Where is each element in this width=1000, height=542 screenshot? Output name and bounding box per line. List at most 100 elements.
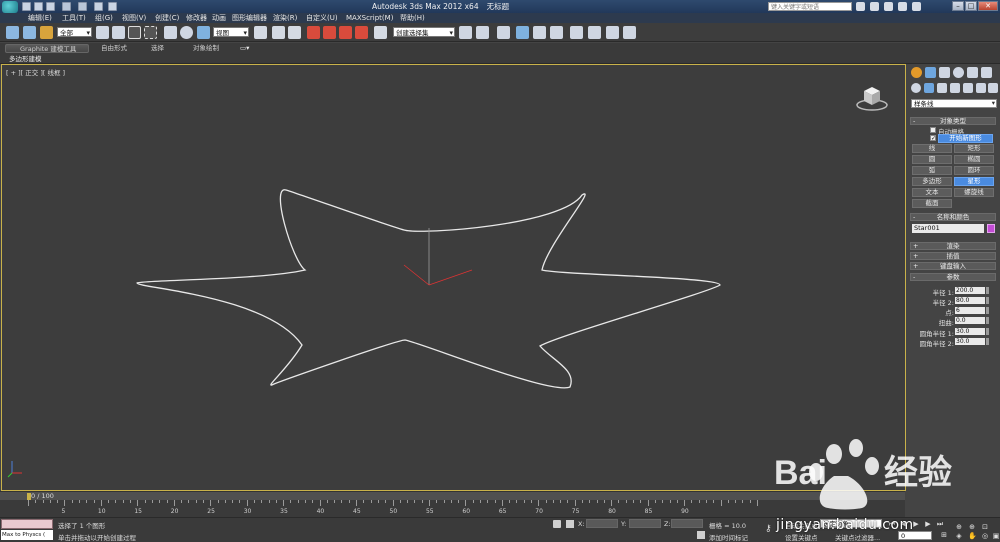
time-slider[interactable]: 0 / 100 xyxy=(0,491,905,500)
maxscript-listener-input[interactable] xyxy=(1,519,53,529)
zoom-extents-icon[interactable]: ⊡ xyxy=(981,523,989,531)
star-button[interactable]: 星形 xyxy=(954,177,994,186)
subscription-icon[interactable] xyxy=(870,2,879,11)
tab-object-paint[interactable]: 对象绘制 xyxy=(193,44,219,53)
zoom-all-icon[interactable]: ⊕ xyxy=(968,523,976,531)
open-file-icon[interactable] xyxy=(34,2,43,11)
rollout-parameters[interactable]: - 参数 xyxy=(910,273,996,281)
rectangle-button[interactable]: 矩形 xyxy=(954,144,994,153)
window-crossing-icon[interactable] xyxy=(144,26,157,39)
auto-grid-checkbox[interactable] xyxy=(930,127,936,133)
menu-customize[interactable]: 自定义(U) xyxy=(306,13,338,23)
tab-graphite[interactable]: Graphite 建模工具 xyxy=(5,44,89,53)
named-selection-select[interactable]: 创建选择集 xyxy=(393,27,455,38)
start-new-shape-checkbox[interactable]: ✓ xyxy=(930,135,936,142)
radius2-spinner[interactable] xyxy=(986,297,989,304)
spinner-snap-icon[interactable] xyxy=(355,26,368,39)
menu-views[interactable]: 视图(V) xyxy=(122,13,146,23)
redo-icon[interactable] xyxy=(78,2,87,11)
rollout-interpolation[interactable]: + 插值 xyxy=(910,252,996,260)
select-move-icon[interactable] xyxy=(164,26,177,39)
rollout-rendering[interactable]: + 渲染 xyxy=(910,242,996,250)
zoom-icon[interactable]: ⊕ xyxy=(955,523,963,531)
polygon-modeling-label[interactable]: 多边形建模 xyxy=(9,55,42,63)
field-of-view-icon[interactable]: ◈ xyxy=(955,532,963,540)
menu-modifiers[interactable]: 修改器 xyxy=(186,13,207,23)
select-by-name-icon[interactable] xyxy=(112,26,125,39)
ribbon-options-icon[interactable]: ▭▾ xyxy=(240,44,249,53)
radius2-input[interactable]: 80.0 xyxy=(955,297,985,304)
undo-icon[interactable] xyxy=(62,2,71,11)
align-icon[interactable] xyxy=(476,26,489,39)
maximize-button[interactable]: □ xyxy=(965,1,977,11)
percent-snap-icon[interactable] xyxy=(339,26,352,39)
line-button[interactable]: 线 xyxy=(912,144,952,153)
curve-editor-icon[interactable] xyxy=(533,26,546,39)
fillet-radius2-input[interactable]: 30.0 xyxy=(955,338,985,345)
shapes-icon[interactable] xyxy=(924,83,934,93)
pivot-center-icon[interactable] xyxy=(254,26,267,39)
radius1-spinner[interactable] xyxy=(986,287,989,294)
fillet-radius1-input[interactable]: 30.0 xyxy=(955,328,985,335)
favorites-icon[interactable] xyxy=(898,2,907,11)
material-editor-icon[interactable] xyxy=(570,26,583,39)
close-button[interactable]: ✕ xyxy=(978,1,998,11)
donut-button[interactable]: 圆环 xyxy=(954,166,994,175)
fillet-radius1-spinner[interactable] xyxy=(986,328,989,335)
cameras-icon[interactable] xyxy=(950,83,960,93)
bind-space-warp-icon[interactable] xyxy=(40,26,53,39)
menu-maxscript[interactable]: MAXScript(M) xyxy=(346,13,393,23)
render-production-icon[interactable] xyxy=(623,26,636,39)
ngon-button[interactable]: 多边形 xyxy=(912,177,952,186)
lock-selection-icon[interactable] xyxy=(553,520,561,528)
track-bar[interactable]: 5 10 15 20 25 30 35 40 45 50 55 60 65 70 75 80 85 90 xyxy=(0,500,905,517)
go-to-end-icon[interactable]: ⏭ xyxy=(936,520,944,528)
distortion-input[interactable]: 0.0 xyxy=(955,317,985,324)
menu-tools[interactable]: 工具(T) xyxy=(62,13,86,23)
circle-button[interactable]: 圆 xyxy=(912,155,952,164)
text-button[interactable]: 文本 xyxy=(912,188,952,197)
add-time-tag-button[interactable]: 添加时间标记 xyxy=(709,532,748,542)
select-manipulate-icon[interactable] xyxy=(272,26,285,39)
points-spinner[interactable] xyxy=(986,307,989,314)
keyboard-shortcut-icon[interactable] xyxy=(288,26,301,39)
absolute-mode-icon[interactable] xyxy=(566,520,574,528)
rendered-frame-icon[interactable] xyxy=(606,26,619,39)
key-mode-icon[interactable]: ⊞ xyxy=(940,531,948,539)
pan-icon[interactable]: ✋ xyxy=(968,532,977,540)
points-input[interactable]: 6 xyxy=(955,307,985,314)
tab-selection[interactable]: 选择 xyxy=(151,44,164,53)
minimize-button[interactable]: – xyxy=(952,1,964,11)
tab-freeform[interactable]: 自由形式 xyxy=(101,44,127,53)
communication-center-icon[interactable] xyxy=(884,2,893,11)
app-logo-icon[interactable] xyxy=(2,1,18,13)
orbit-icon[interactable]: ◎ xyxy=(981,532,989,540)
menu-create[interactable]: 创建(C) xyxy=(155,13,179,23)
unlink-icon[interactable] xyxy=(23,26,36,39)
next-frame-icon[interactable]: ▶ xyxy=(924,520,932,528)
rollout-name-color[interactable]: - 名称和颜色 xyxy=(910,213,996,221)
layer-manager-icon[interactable] xyxy=(497,26,510,39)
key-filters-button[interactable]: 关键点过滤器... xyxy=(835,532,880,542)
section-button[interactable]: 截面 xyxy=(912,199,952,208)
schematic-view-icon[interactable] xyxy=(550,26,563,39)
select-scale-icon[interactable] xyxy=(197,26,210,39)
graphite-toggle-icon[interactable] xyxy=(516,26,529,39)
create-tab-icon[interactable] xyxy=(911,67,922,78)
utilities-tab-icon[interactable] xyxy=(981,67,992,78)
x-coordinate-input[interactable] xyxy=(586,519,618,528)
menu-group[interactable]: 组(G) xyxy=(95,13,113,23)
motion-tab-icon[interactable] xyxy=(953,67,964,78)
select-link-icon[interactable] xyxy=(6,26,19,39)
edit-named-selection-icon[interactable] xyxy=(374,26,387,39)
ellipse-button[interactable]: 椭圆 xyxy=(954,155,994,164)
hierarchy-tab-icon[interactable] xyxy=(939,67,950,78)
menu-animation[interactable]: 动画 xyxy=(212,13,226,23)
space-warps-icon[interactable] xyxy=(976,83,986,93)
display-tab-icon[interactable] xyxy=(967,67,978,78)
rollout-keyboard-entry[interactable]: + 键盘输入 xyxy=(910,262,996,270)
viewcube-icon[interactable] xyxy=(855,81,889,113)
project-folder-icon[interactable] xyxy=(108,2,117,11)
start-new-shape-button[interactable]: 开始新图形 xyxy=(938,134,993,143)
maximize-viewport-icon[interactable]: ▣ xyxy=(992,532,1000,540)
